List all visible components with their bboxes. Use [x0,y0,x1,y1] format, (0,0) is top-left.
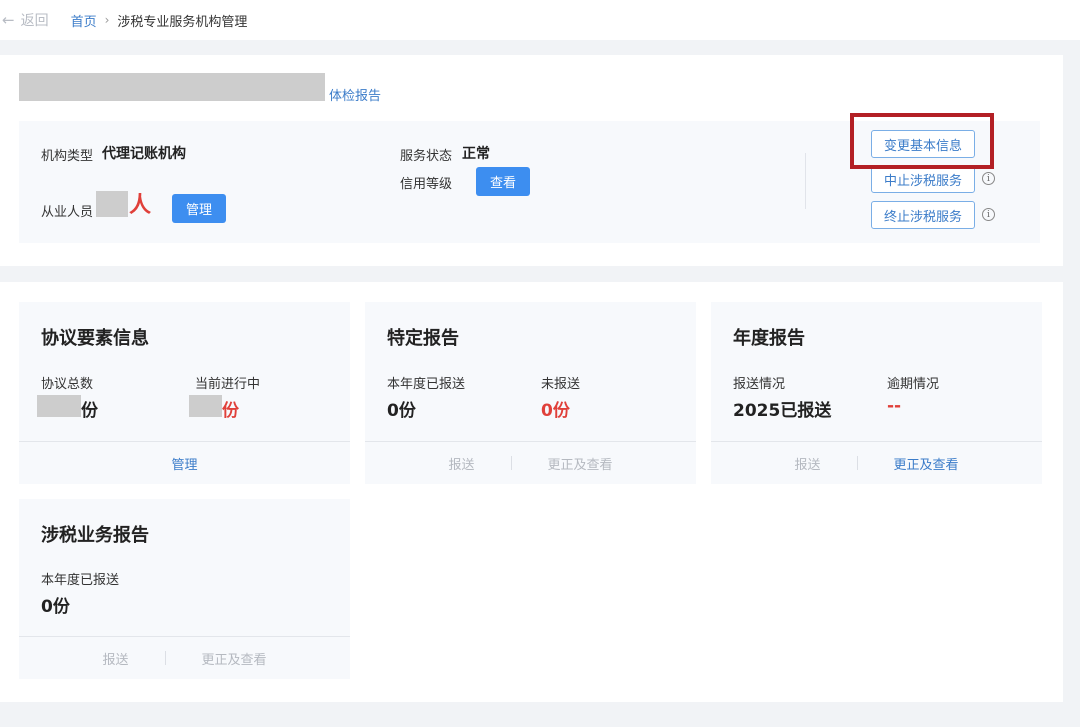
credit-view-button[interactable]: 查看 [476,167,530,196]
tax-business-submit-action: 报送 [102,652,129,668]
staff-count-redacted [96,191,128,217]
special-submitted-label: 本年度已报送 [387,377,466,392]
highlight-annotation-box [850,113,994,169]
back-label: 返回 [20,13,49,29]
health-report-link[interactable]: 体检报告 [329,85,381,104]
tax-business-correct-action: 更正及查看 [201,652,267,668]
agreement-ongoing-unit: 份 [222,401,239,421]
tax-business-footer: 报送 更正及查看 [19,636,350,679]
org-type-value: 代理记账机构 [102,146,186,162]
info-icon[interactable]: i [982,208,995,221]
agreement-ongoing-label: 当前进行中 [195,377,261,392]
breadcrumb-home[interactable]: 首页 [71,11,97,30]
agreement-panel: 协议要素信息 协议总数 份 当前进行中 份 管理 [19,302,350,484]
terminate-service-button[interactable]: 终止涉税服务 [871,201,975,229]
special-report-title: 特定报告 [387,328,459,349]
agreement-total-label: 协议总数 [41,377,94,392]
staff-label: 从业人员 [41,205,94,220]
special-report-panel: 特定报告 本年度已报送 0份 未报送 0份 报送 更正及查看 [365,302,696,484]
divider [510,456,512,470]
agreement-title: 协议要素信息 [41,328,149,349]
annual-correct-action[interactable]: 更正及查看 [894,454,959,473]
suspend-service-button[interactable]: 中止涉税服务 [871,165,975,193]
annual-submit-action: 报送 [794,457,821,473]
agreement-total-redacted [37,395,81,417]
annual-report-panel: 年度报告 报送情况 2025已报送 逾期情况 -- 报送 更正及查看 [711,302,1042,484]
agreement-footer: 管理 [19,441,350,484]
info-icon[interactable]: i [982,172,995,185]
org-type-label: 机构类型 [41,149,94,164]
agreement-total-unit: 份 [81,401,98,421]
divider [805,153,806,209]
special-unsubmitted-label: 未报送 [541,377,581,392]
service-status-value: 正常 [462,146,490,162]
arrow-left-icon: ← [2,11,15,29]
tax-business-report-panel: 涉税业务报告 本年度已报送 0份 报送 更正及查看 [19,499,350,679]
breadcrumb: 首页 › 涉税专业服务机构管理 [71,11,248,30]
back-button[interactable]: ← 返回 [2,10,49,30]
top-nav-bar: ← 返回 首页 › 涉税专业服务机构管理 [0,0,1080,40]
annual-report-footer: 报送 更正及查看 [711,441,1042,484]
org-name-redacted [19,73,325,101]
annual-overdue-label: 逾期情况 [887,377,940,392]
report-panels-area: 协议要素信息 协议总数 份 当前进行中 份 管理 特定报告 本年度已报送 0份 … [0,282,1063,702]
agreement-ongoing-redacted [189,395,222,417]
special-submit-action: 报送 [448,457,475,473]
divider [164,651,166,665]
staff-manage-button[interactable]: 管理 [172,194,226,223]
tax-business-submitted-value: 0份 [41,597,70,617]
annual-report-title: 年度报告 [733,328,805,349]
chevron-right-icon: › [104,13,110,27]
divider [856,456,858,470]
credit-level-label: 信用等级 [400,177,453,192]
annual-status-value: 2025已报送 [733,401,832,421]
breadcrumb-current: 涉税专业服务机构管理 [117,14,248,30]
tax-business-submitted-label: 本年度已报送 [41,573,120,588]
service-status-label: 服务状态 [400,149,453,164]
special-report-footer: 报送 更正及查看 [365,441,696,484]
agreement-manage-link[interactable]: 管理 [171,454,197,473]
staff-unit: 人 [129,193,152,218]
annual-overdue-value: -- [887,396,902,416]
special-correct-action: 更正及查看 [547,457,613,473]
special-submitted-value: 0份 [387,401,416,421]
tax-business-title: 涉税业务报告 [41,525,149,546]
annual-status-label: 报送情况 [733,377,786,392]
special-unsubmitted-value: 0份 [541,401,570,421]
